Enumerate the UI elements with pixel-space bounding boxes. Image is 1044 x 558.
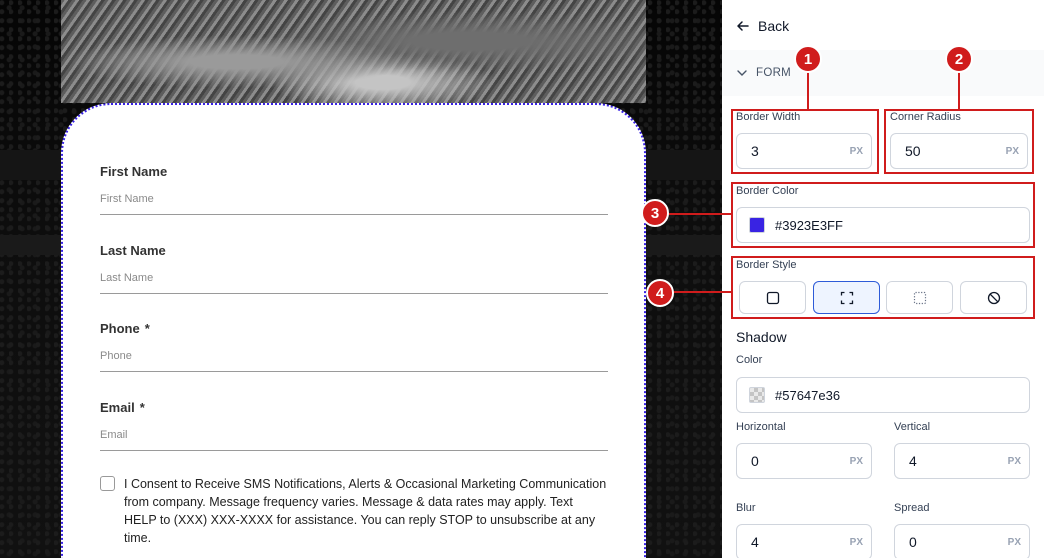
blur-value: 4	[751, 534, 759, 550]
last-name-input[interactable]: Last Name	[100, 272, 608, 294]
blur-label: Blur	[736, 502, 756, 514]
last-name-field: Last Name Last Name	[100, 243, 608, 294]
email-label-text: Email	[100, 400, 135, 415]
spread-value: 0	[909, 534, 917, 550]
email-label: Email *	[100, 400, 608, 415]
section-form-header[interactable]: FORM	[722, 50, 1044, 96]
shadow-title: Shadow	[736, 329, 787, 345]
first-name-label: First Name	[100, 164, 168, 179]
email-field: Email * Email	[100, 400, 608, 451]
color-swatch[interactable]	[749, 387, 765, 403]
phone-input[interactable]: Phone	[100, 350, 608, 372]
spread-input[interactable]: 0 PX	[894, 524, 1030, 558]
required-marker: *	[144, 321, 150, 336]
phone-field: Phone * Phone	[100, 321, 608, 372]
annotation-connector	[668, 213, 731, 215]
annotation-badge-2: 2	[945, 45, 973, 73]
annotation-connector	[807, 72, 809, 110]
last-name-label: Last Name	[100, 243, 166, 258]
unit-label: PX	[849, 455, 863, 467]
back-button[interactable]: Back	[736, 18, 789, 34]
blur-input[interactable]: 4 PX	[736, 524, 872, 558]
horizontal-label: Horizontal	[736, 421, 786, 433]
back-label: Back	[758, 18, 790, 34]
annotation-connector	[672, 291, 731, 293]
shadow-color-value: #57647e36	[775, 387, 841, 403]
required-marker: *	[139, 400, 145, 415]
annotation-highlight-border-width	[731, 109, 879, 174]
horizontal-input[interactable]: 0 PX	[736, 443, 872, 479]
consent-row: I Consent to Receive SMS Notifications, …	[100, 475, 608, 547]
annotation-highlight-border-style	[731, 256, 1035, 319]
chevron-down-icon	[737, 70, 747, 76]
annotation-connector	[958, 72, 960, 110]
first-name-field: First Name First Name	[100, 164, 608, 215]
vertical-label: Vertical	[894, 421, 931, 433]
email-input[interactable]: Email	[100, 429, 608, 451]
unit-label: PX	[1007, 536, 1021, 548]
hero-image	[61, 0, 646, 103]
annotation-badge-4: 4	[646, 279, 674, 307]
annotation-highlight-corner-radius	[884, 109, 1034, 174]
annotation-badge-3: 3	[641, 199, 669, 227]
consent-text: I Consent to Receive SMS Notifications, …	[124, 477, 607, 545]
spread-label: Spread	[894, 502, 930, 514]
vertical-input[interactable]: 4 PX	[894, 443, 1030, 479]
unit-label: PX	[1007, 455, 1021, 467]
shadow-color-label: Color	[736, 354, 763, 366]
first-name-input[interactable]: First Name	[100, 193, 608, 215]
annotation-highlight-border-color	[731, 182, 1035, 248]
phone-label-text: Phone	[100, 321, 140, 336]
arrow-left-icon	[737, 21, 749, 31]
unit-label: PX	[849, 536, 863, 548]
horizontal-value: 0	[751, 453, 759, 469]
form-canvas: First Name First Name Last Name Last Nam…	[0, 0, 722, 558]
shadow-color-input[interactable]: #57647e36	[736, 377, 1030, 413]
annotation-badge-1: 1	[794, 45, 822, 73]
vertical-value: 4	[909, 453, 917, 469]
section-title: FORM	[756, 67, 792, 79]
phone-label: Phone *	[100, 321, 608, 336]
consent-checkbox[interactable]	[100, 476, 115, 491]
